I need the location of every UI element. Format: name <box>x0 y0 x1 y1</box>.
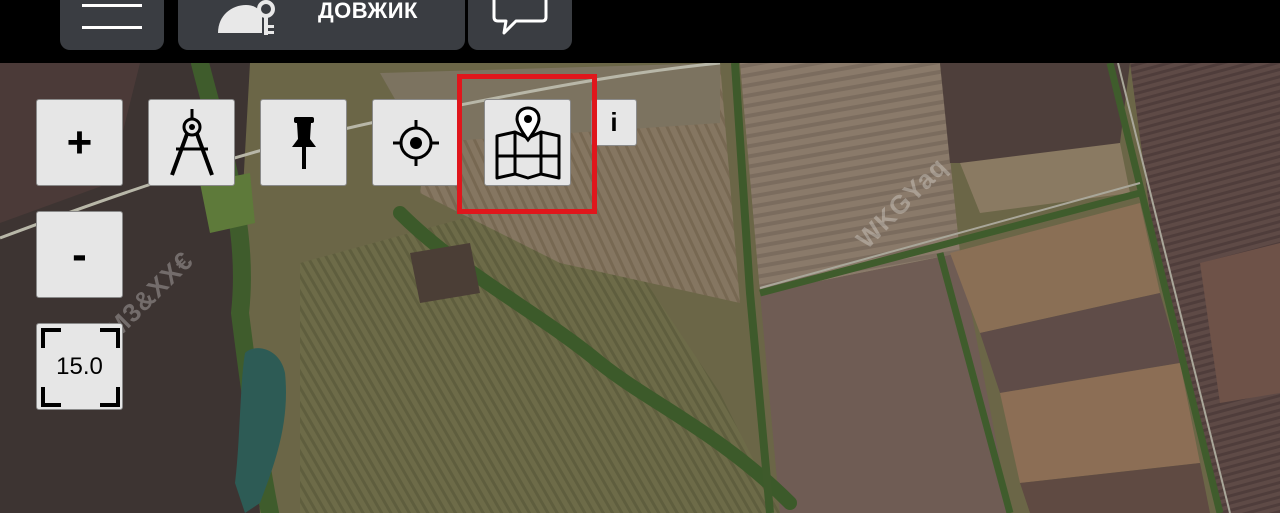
hamburger-menu-icon <box>82 4 142 29</box>
speech-bubble-icon <box>492 0 548 35</box>
measure-tool-button[interactable] <box>148 99 235 186</box>
zoom-level-value: 15.0 <box>56 352 103 380</box>
pushpin-icon <box>291 116 316 169</box>
pin-tool-button[interactable] <box>260 99 347 186</box>
tool-label: ДОВЖИК <box>318 0 418 23</box>
zoom-out-button[interactable]: - <box>36 211 123 298</box>
info-label: i <box>610 107 618 137</box>
zoom-out-label: - <box>72 229 87 279</box>
zoom-in-button[interactable]: + <box>36 99 123 186</box>
info-button[interactable]: i <box>591 99 637 146</box>
top-bar: ДОВЖИК <box>0 0 1280 63</box>
helmet-key-icon <box>218 0 275 35</box>
menu-button[interactable] <box>60 0 164 50</box>
zoom-in-label: + <box>66 117 93 167</box>
locate-target-icon <box>392 119 439 166</box>
compass-divider-icon <box>169 108 214 176</box>
zoom-level-button[interactable]: 15.0 <box>36 323 123 410</box>
highlight-box <box>457 74 597 214</box>
my-location-button[interactable] <box>372 99 459 186</box>
tool-selector-button[interactable]: ДОВЖИК <box>178 0 465 50</box>
chat-button[interactable] <box>468 0 572 50</box>
